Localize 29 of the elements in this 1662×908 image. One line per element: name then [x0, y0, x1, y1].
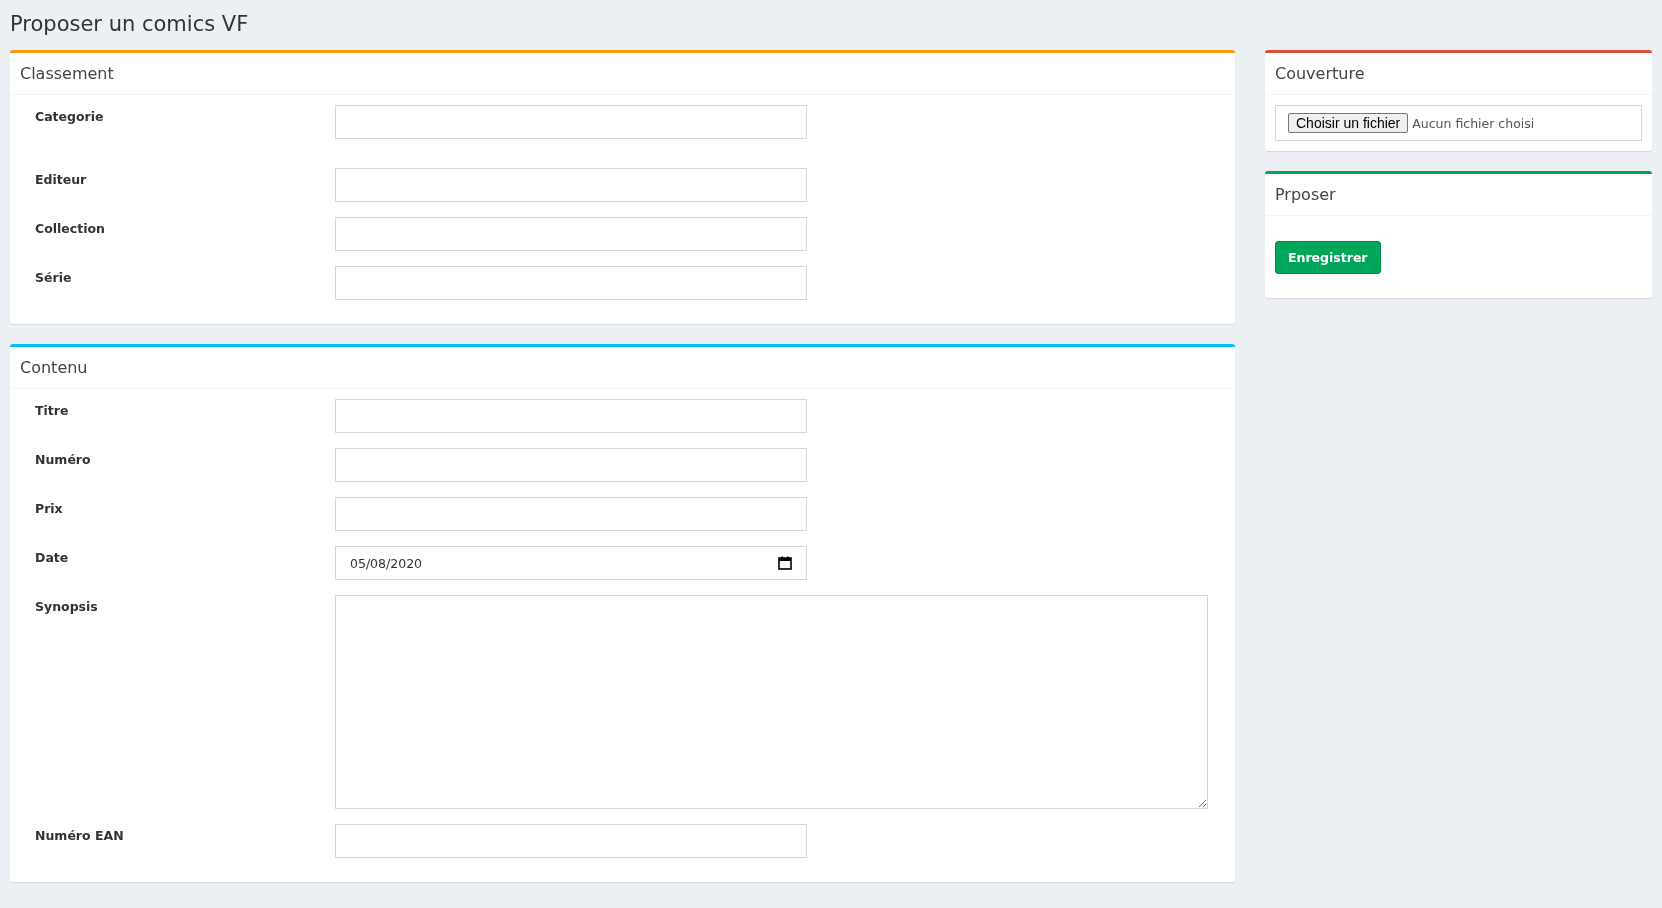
text-field[interactable] — [335, 266, 807, 300]
field-label: Synopsis — [35, 598, 99, 616]
card-title: Prposer — [1265, 174, 1652, 216]
text-field[interactable] — [335, 217, 807, 251]
field-label: Titre — [35, 402, 70, 420]
text-field[interactable] — [335, 448, 807, 482]
calendar-icon[interactable] — [778, 556, 792, 570]
text-field[interactable] — [335, 497, 807, 531]
text-field[interactable] — [335, 824, 807, 858]
card-title: Couverture — [1265, 53, 1652, 95]
page-title: Proposer un comics VF — [10, 12, 250, 36]
text-field[interactable] — [335, 168, 807, 202]
file-status: Aucun fichier choisi — [1412, 115, 1535, 131]
card-title: Contenu — [10, 347, 1235, 389]
field-label: Prix — [35, 500, 64, 518]
field-label: Editeur — [35, 171, 88, 189]
file-field[interactable]: Choisir un fichier Aucun fichier choisi — [1275, 105, 1642, 141]
text-field[interactable] — [335, 399, 807, 433]
synopsis-textarea[interactable] — [335, 595, 1208, 809]
field-label: Série — [35, 269, 73, 287]
field-label: Date — [35, 549, 70, 567]
field-label: Numéro — [35, 451, 92, 469]
field-label: Categorie — [35, 108, 105, 126]
field-label: Numéro EAN — [35, 827, 125, 845]
choose-file-button[interactable]: Choisir un fichier — [1288, 113, 1409, 133]
text-field[interactable] — [335, 105, 807, 139]
field-label: Collection — [35, 220, 106, 238]
date-field[interactable]: 05/08/2020 — [335, 546, 807, 580]
card-title: Classement — [10, 53, 1235, 95]
